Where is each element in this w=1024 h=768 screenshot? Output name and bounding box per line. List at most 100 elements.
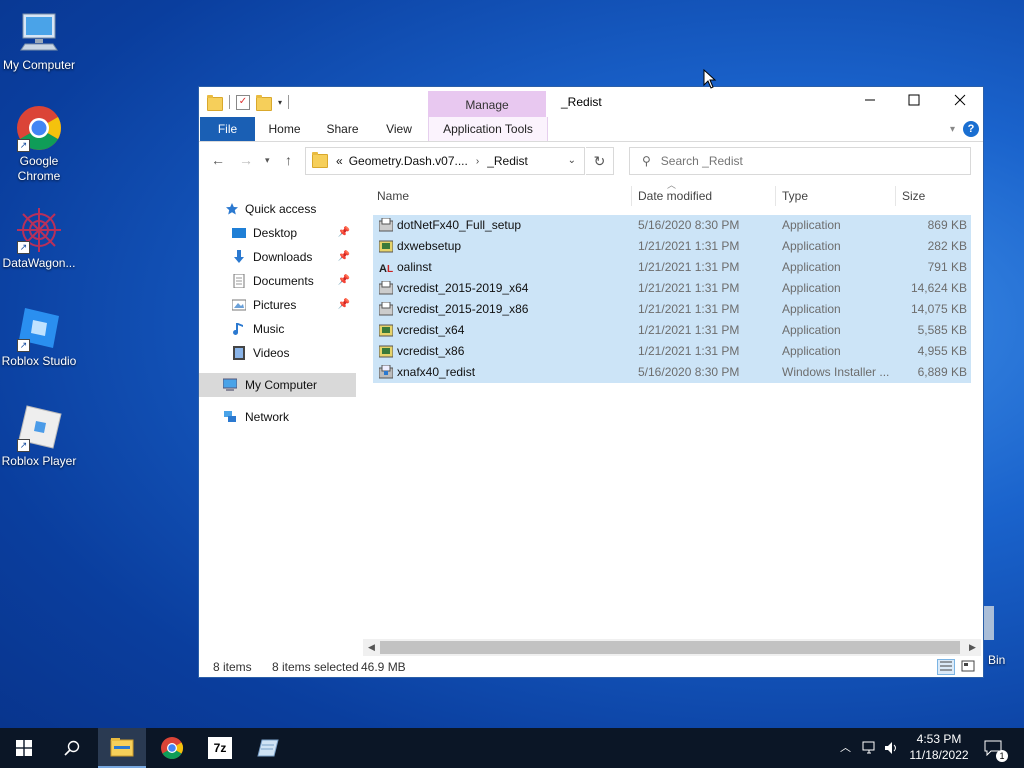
tab-file[interactable]: File: [200, 117, 255, 141]
desktop-icon-datawagon[interactable]: ↗ DataWagon...: [0, 206, 78, 271]
tab-application-tools[interactable]: Application Tools: [428, 117, 548, 141]
help-icon[interactable]: ?: [963, 121, 979, 137]
desktop-icon-label: DataWagon...: [2, 256, 76, 270]
customize-toolbar-icon[interactable]: ▾: [278, 98, 282, 107]
expand-ribbon-icon[interactable]: ▾: [950, 124, 955, 135]
scroll-right-icon[interactable]: ▶: [964, 639, 981, 656]
properties-icon[interactable]: ✓: [236, 94, 250, 110]
nav-network[interactable]: Network: [199, 405, 356, 429]
address-bar[interactable]: « Geometry.Dash.v07.... › _Redist ⌄: [305, 147, 585, 175]
taskbar: 7z ︿ 4:53 PM 11/18/2022 1: [0, 728, 1024, 768]
file-name: dotNetFx40_Full_setup: [397, 218, 522, 232]
status-selected-count: 8 items selected: [272, 660, 359, 674]
desktop-icon-label: Roblox Player: [1, 454, 77, 468]
file-row[interactable]: vcredist_x64 1/21/2021 1:31 PM Applicati…: [373, 320, 971, 341]
column-header-size[interactable]: Size: [896, 186, 971, 206]
back-button[interactable]: ←: [211, 152, 225, 168]
windows-logo-icon: [16, 740, 32, 756]
breadcrumb-redist[interactable]: _Redist: [487, 154, 528, 168]
forward-button[interactable]: →: [239, 152, 253, 168]
nav-pictures[interactable]: Pictures 📌: [199, 293, 356, 317]
horizontal-scrollbar[interactable]: ◀ ▶: [363, 639, 981, 656]
notification-center-button[interactable]: 1: [980, 728, 1010, 768]
pin-icon[interactable]: 📌: [338, 221, 350, 245]
recent-locations-button[interactable]: ▾: [265, 155, 270, 166]
nav-desktop[interactable]: Desktop 📌: [199, 221, 356, 245]
nav-videos[interactable]: Videos: [199, 341, 356, 365]
roblox-studio-icon: ↗: [15, 304, 63, 352]
large-icons-view-button[interactable]: [959, 659, 977, 675]
taskbar-notes-app[interactable]: [244, 728, 292, 768]
installer-icon: [379, 302, 393, 316]
status-bar: 8 items 8 items selected 46.9 MB: [199, 657, 983, 677]
tab-view[interactable]: View: [373, 117, 425, 141]
start-button[interactable]: [0, 728, 48, 768]
file-row[interactable]: dotNetFx40_Full_setup 5/16/2020 8:30 PM …: [373, 215, 971, 236]
file-date: 5/16/2020 8:30 PM: [638, 365, 740, 379]
file-date: 1/21/2021 1:31 PM: [638, 323, 740, 337]
column-headers: ︿ Name Date modified Type Size: [371, 180, 971, 206]
download-icon: [234, 250, 244, 263]
file-row[interactable]: vcredist_2015-2019_x64 1/21/2021 1:31 PM…: [373, 278, 971, 299]
volume-icon[interactable]: [884, 741, 900, 755]
nav-quick-access[interactable]: Quick access: [199, 197, 356, 221]
pin-icon[interactable]: 📌: [338, 245, 350, 269]
tab-home[interactable]: Home: [257, 117, 312, 141]
file-type: Application: [782, 239, 841, 253]
maximize-button[interactable]: [891, 87, 937, 117]
breadcrumb-geometry-dash[interactable]: Geometry.Dash.v07....: [349, 154, 468, 168]
tab-share[interactable]: Share: [315, 117, 370, 141]
setup-icon: [379, 345, 393, 358]
column-header-date[interactable]: Date modified: [632, 186, 776, 206]
column-header-type[interactable]: Type: [776, 186, 896, 206]
taskbar-chrome[interactable]: [148, 728, 196, 768]
quick-access-toolbar: ✓ ▾: [207, 93, 290, 111]
desktop-icon-google-chrome[interactable]: ↗ Google Chrome: [0, 104, 78, 184]
taskbar-clock[interactable]: 4:53 PM 11/18/2022: [904, 731, 974, 763]
network-status-icon[interactable]: [862, 741, 878, 755]
file-type: Application: [782, 344, 841, 358]
details-view-button[interactable]: [937, 659, 955, 675]
up-button[interactable]: ↑: [285, 152, 292, 168]
file-list: dotNetFx40_Full_setup 5/16/2020 8:30 PM …: [373, 215, 971, 383]
nav-label: Music: [253, 322, 285, 336]
minimize-button[interactable]: [847, 87, 893, 117]
pin-icon[interactable]: 📌: [338, 269, 350, 293]
nav-music[interactable]: Music: [199, 317, 356, 341]
refresh-button[interactable]: ↻: [586, 147, 614, 175]
pictures-icon: [232, 299, 246, 311]
breadcrumb-overflow[interactable]: «: [336, 154, 343, 168]
desktop-icon-roblox-player[interactable]: ↗ Roblox Player: [0, 404, 78, 469]
desktop-icon-my-computer[interactable]: My Computer: [0, 8, 78, 73]
nav-label: Documents: [253, 274, 314, 288]
search-box[interactable]: ⚲: [629, 147, 971, 175]
tab-manage[interactable]: Manage: [428, 91, 546, 117]
nav-my-computer[interactable]: My Computer: [199, 373, 356, 397]
taskbar-file-explorer[interactable]: [98, 728, 146, 768]
file-size: 14,624 KB: [910, 281, 967, 295]
taskbar-search-button[interactable]: [48, 728, 96, 768]
close-button[interactable]: [937, 87, 983, 117]
show-hidden-icons-icon[interactable]: ︿: [840, 739, 851, 755]
address-dropdown-icon[interactable]: ⌄: [568, 155, 576, 166]
file-size: 4,955 KB: [917, 344, 967, 358]
search-icon: ⚲: [642, 154, 651, 168]
file-row[interactable]: xnafx40_redist 5/16/2020 8:30 PM Windows…: [373, 362, 971, 383]
scroll-left-icon[interactable]: ◀: [363, 639, 380, 656]
pin-icon[interactable]: 📌: [338, 293, 350, 317]
star-icon: [226, 203, 238, 215]
nav-downloads[interactable]: Downloads 📌: [199, 245, 356, 269]
desktop-icon-roblox-studio[interactable]: ↗ Roblox Studio: [0, 304, 78, 369]
new-folder-icon[interactable]: [256, 94, 272, 111]
file-row[interactable]: AL oalinst 1/21/2021 1:31 PM Application…: [373, 257, 971, 278]
file-row[interactable]: vcredist_x86 1/21/2021 1:31 PM Applicati…: [373, 341, 971, 362]
file-row[interactable]: dxwebsetup 1/21/2021 1:31 PM Application…: [373, 236, 971, 257]
taskbar-7zip[interactable]: 7z: [196, 728, 244, 768]
column-header-name[interactable]: Name: [371, 186, 632, 206]
divider: [229, 95, 230, 109]
search-input[interactable]: [660, 154, 941, 168]
file-row[interactable]: vcredist_2015-2019_x86 1/21/2021 1:31 PM…: [373, 299, 971, 320]
scrollbar-thumb[interactable]: [380, 641, 960, 654]
breadcrumb-separator-icon[interactable]: ›: [476, 156, 479, 167]
nav-documents[interactable]: Documents 📌: [199, 269, 356, 293]
